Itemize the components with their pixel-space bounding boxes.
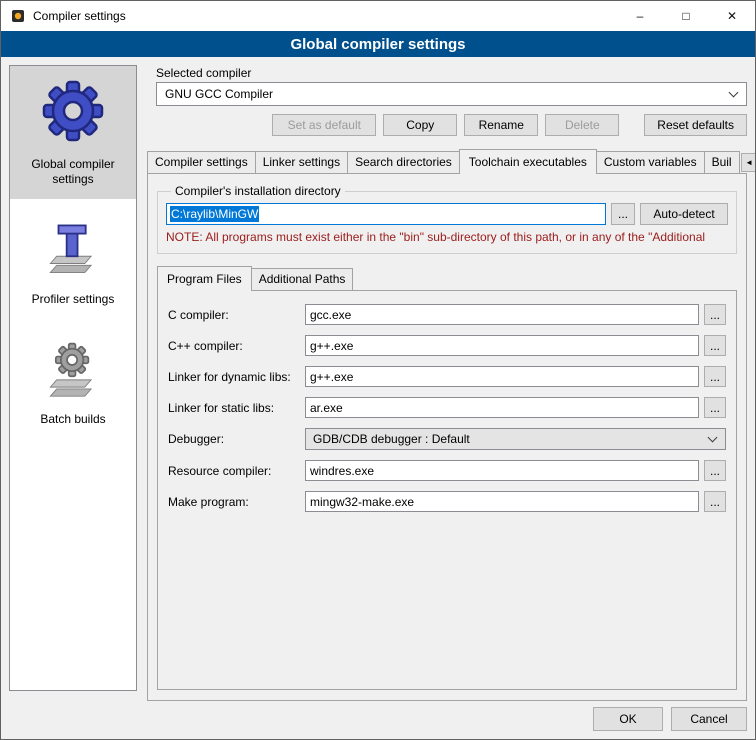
chevron-down-icon (729, 88, 739, 98)
cancel-button[interactable]: Cancel (671, 707, 747, 731)
rename-button[interactable]: Rename (464, 114, 538, 136)
debugger-label: Debugger: (168, 432, 300, 446)
subtab-additional-paths[interactable]: Additional Paths (251, 268, 354, 290)
tab-custom-variables[interactable]: Custom variables (596, 151, 705, 173)
selected-compiler-value: GNU GCC Compiler (165, 87, 273, 101)
sidebar-item-label: Batch builds (40, 412, 105, 427)
autodetect-button[interactable]: Auto-detect (640, 203, 728, 225)
cpp-compiler-browse-button[interactable]: ... (704, 335, 726, 356)
debugger-dropdown[interactable]: GDB/CDB debugger : Default (305, 428, 726, 450)
window-title: Compiler settings (33, 9, 126, 23)
cpp-compiler-row: C++ compiler: ... (168, 335, 726, 356)
app-icon (10, 8, 26, 24)
compiler-tab-strip: Compiler settings Linker settings Search… (147, 149, 747, 173)
sidebar-item-label: Profiler settings (32, 292, 115, 307)
selected-compiler-dropdown[interactable]: GNU GCC Compiler (156, 82, 747, 106)
compiler-settings-dialog: Compiler settings – □ ✕ Global compiler … (0, 0, 756, 740)
tab-compiler-settings[interactable]: Compiler settings (147, 151, 256, 173)
make-program-input[interactable] (305, 491, 699, 512)
dynamic-linker-row: Linker for dynamic libs: ... (168, 366, 726, 387)
reset-defaults-button[interactable]: Reset defaults (644, 114, 747, 136)
copy-button[interactable]: Copy (383, 114, 457, 136)
dynamic-linker-input[interactable] (305, 366, 699, 387)
c-compiler-row: C compiler: ... (168, 304, 726, 325)
install-dir-input[interactable]: C:\raylib\MinGW (166, 203, 606, 225)
static-linker-label: Linker for static libs: (168, 401, 300, 415)
tab-search-directories[interactable]: Search directories (347, 151, 460, 173)
c-compiler-browse-button[interactable]: ... (704, 304, 726, 325)
maximize-button[interactable]: □ (663, 1, 709, 31)
tab-linker-settings[interactable]: Linker settings (255, 151, 348, 173)
make-program-row: Make program: ... (168, 491, 726, 512)
installation-directory-label: Compiler's installation directory (171, 184, 345, 198)
dynamic-linker-label: Linker for dynamic libs: (168, 370, 300, 384)
sidebar-item-label: Global compiler settings (14, 157, 132, 187)
toolchain-executables-panel: Compiler's installation directory C:\ray… (147, 173, 747, 701)
titlebar[interactable]: Compiler settings – □ ✕ (1, 1, 755, 31)
resource-compiler-label: Resource compiler: (168, 464, 300, 478)
debugger-value: GDB/CDB debugger : Default (313, 432, 470, 446)
page-title: Global compiler settings (1, 31, 755, 57)
cpp-compiler-label: C++ compiler: (168, 339, 300, 353)
executables-sub-tab-strip: Program Files Additional Paths (157, 266, 737, 290)
bin-subdirectory-note: NOTE: All programs must exist either in … (166, 230, 728, 244)
batch-builds-gear-icon (44, 340, 102, 402)
install-dir-selected-text: C:\raylib\MinGW (170, 206, 259, 222)
set-as-default-button: Set as default (272, 114, 376, 136)
debugger-row: Debugger: GDB/CDB debugger : Default (168, 428, 726, 450)
tab-scroll-left-button[interactable]: ◄ (741, 153, 756, 172)
sidebar-item-batch-builds[interactable]: Batch builds (10, 327, 136, 439)
resource-compiler-input[interactable] (305, 460, 699, 481)
sidebar-item-global-compiler-settings[interactable]: Global compiler settings (10, 66, 136, 199)
program-files-panel: C compiler: ... C++ compiler: ... Linker… (157, 290, 737, 690)
cpp-compiler-input[interactable] (305, 335, 699, 356)
chevron-down-icon (708, 433, 718, 443)
tab-toolchain-executables[interactable]: Toolchain executables (459, 149, 597, 174)
tab-build-options-truncated[interactable]: Buil (704, 151, 740, 173)
subtab-program-files[interactable]: Program Files (157, 266, 252, 291)
resource-compiler-browse-button[interactable]: ... (704, 460, 726, 481)
installation-directory-groupbox: Compiler's installation directory C:\ray… (157, 184, 737, 254)
main-panel: Selected compiler GNU GCC Compiler Set a… (147, 64, 747, 701)
sidebar-item-profiler-settings[interactable]: Profiler settings (10, 207, 136, 319)
make-program-browse-button[interactable]: ... (704, 491, 726, 512)
profiler-tool-icon (44, 220, 102, 282)
make-program-label: Make program: (168, 495, 300, 509)
static-linker-row: Linker for static libs: ... (168, 397, 726, 418)
static-linker-input[interactable] (305, 397, 699, 418)
static-linker-browse-button[interactable]: ... (704, 397, 726, 418)
install-dir-browse-button[interactable]: ... (611, 203, 635, 225)
dynamic-linker-browse-button[interactable]: ... (704, 366, 726, 387)
resource-compiler-row: Resource compiler: ... (168, 460, 726, 481)
settings-category-list: Global compiler settings Profiler settin… (9, 65, 137, 691)
close-button[interactable]: ✕ (709, 1, 755, 31)
delete-button: Delete (545, 114, 619, 136)
selected-compiler-label: Selected compiler (156, 64, 747, 82)
minimize-button[interactable]: – (617, 1, 663, 31)
ok-button[interactable]: OK (593, 707, 663, 731)
c-compiler-label: C compiler: (168, 308, 300, 322)
global-compiler-gear-icon (41, 79, 105, 147)
c-compiler-input[interactable] (305, 304, 699, 325)
